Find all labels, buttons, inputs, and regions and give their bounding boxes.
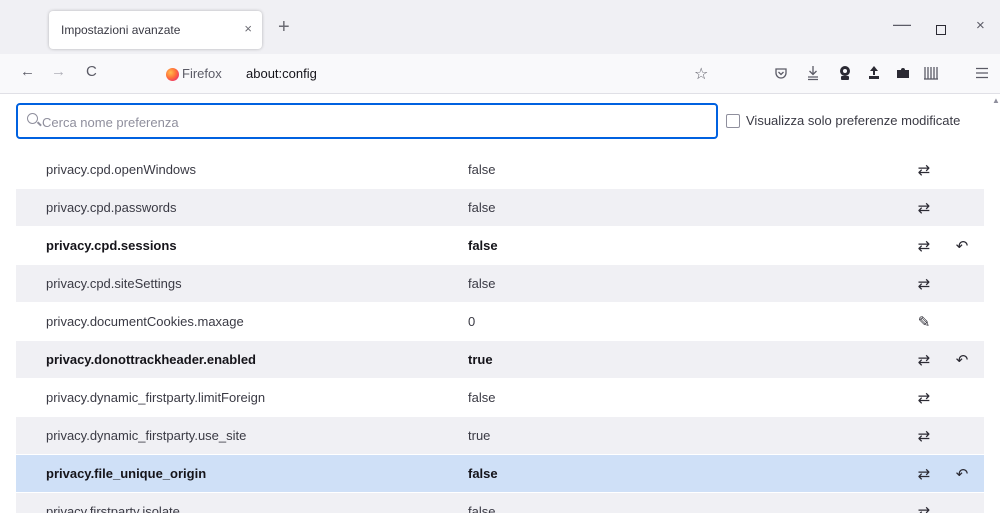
downloads-icon[interactable] [806, 65, 820, 81]
pocket-icon[interactable] [774, 66, 788, 80]
forward-icon[interactable]: → [51, 63, 66, 80]
tab-strip: Impostazioni avanzate × + — × [0, 0, 1000, 54]
pref-value: false [468, 238, 498, 253]
pref-value: 0 [468, 314, 476, 329]
table-row[interactable]: privacy.dynamic_firstparty.limitForeign f… [16, 379, 984, 417]
window-close-icon[interactable]: × [976, 17, 985, 34]
url-bar[interactable]: Firefox about:config ☆ [156, 59, 723, 89]
search-box[interactable] [16, 103, 718, 139]
pref-value: true [468, 428, 491, 443]
library-icon[interactable] [923, 66, 939, 80]
search-input[interactable] [42, 111, 702, 133]
pref-value: false [468, 276, 496, 291]
pref-name: privacy.donottrackheader.enabled [46, 352, 256, 367]
pref-name: privacy.cpd.siteSettings [46, 276, 182, 291]
identity-label: Firefox [182, 66, 222, 81]
maximize-icon[interactable] [936, 25, 946, 35]
extension-icon[interactable] [866, 65, 882, 81]
pref-name: privacy.dynamic_firstparty.limitForeign [46, 390, 266, 405]
puzzle-icon[interactable] [895, 65, 911, 81]
toggle-icon[interactable]: ⇄ [912, 424, 936, 448]
table-row[interactable]: privacy.documentCookies.maxage 0 ✎ [16, 303, 984, 341]
tab-advanced-settings[interactable]: Impostazioni avanzate × [49, 11, 262, 49]
bookmark-star-icon[interactable]: ☆ [694, 64, 708, 84]
back-icon[interactable]: ← [20, 63, 35, 80]
table-row[interactable]: privacy.file_unique_origin false ⇄ ↶ [16, 455, 984, 493]
pref-value: false [468, 390, 496, 405]
nav-bar: ← → C Firefox about:config ☆ [0, 54, 1000, 94]
pref-name: privacy.dynamic_firstparty.use_site [46, 428, 247, 443]
table-row[interactable]: privacy.dynamic_firstparty.use_site true ⇄ [16, 417, 984, 455]
pref-name: privacy.cpd.openWindows [46, 162, 197, 177]
pref-value: true [468, 352, 493, 367]
table-row[interactable]: privacy.cpd.sessions false ⇄ ↶ [16, 227, 984, 265]
menu-icon[interactable] [975, 67, 989, 79]
toggle-icon[interactable]: ⇄ [912, 500, 936, 513]
close-tab-icon[interactable]: × [244, 21, 252, 36]
table-row[interactable]: privacy.donottrackheader.enabled true ⇄ ↶ [16, 341, 984, 379]
pref-value: false [468, 200, 496, 215]
pref-name: privacy.documentCookies.maxage [46, 314, 244, 329]
pref-name: privacy.cpd.passwords [46, 200, 177, 215]
pref-value: false [468, 162, 496, 177]
tab-title: Impostazioni avanzate [61, 23, 181, 37]
reset-icon[interactable]: ↶ [950, 348, 974, 372]
search-icon [27, 113, 38, 124]
edit-icon[interactable]: ✎ [912, 310, 936, 334]
table-row[interactable]: privacy.cpd.openWindows false ⇄ [16, 151, 984, 189]
toggle-icon[interactable]: ⇄ [912, 272, 936, 296]
modified-filter-checkbox[interactable] [726, 113, 740, 128]
account-icon[interactable] [838, 65, 852, 81]
table-row[interactable]: privacy.firstparty.isolate false ⇄ [16, 493, 984, 513]
pref-name: privacy.firstparty.isolate [46, 504, 180, 513]
scroll-up-icon[interactable]: ▲ [992, 96, 1000, 105]
toggle-icon[interactable]: ⇄ [912, 158, 936, 182]
firefox-icon [166, 68, 179, 81]
table-row[interactable]: privacy.cpd.siteSettings false ⇄ [16, 265, 984, 303]
minimize-icon[interactable]: — [893, 14, 911, 35]
pref-name: privacy.file_unique_origin [46, 466, 207, 481]
pref-value: false [468, 466, 498, 481]
preferences-table: privacy.cpd.openWindows false ⇄ privacy.cpd… [16, 151, 984, 513]
pref-name: privacy.cpd.sessions [46, 238, 177, 253]
reset-icon[interactable]: ↶ [950, 462, 974, 486]
table-row[interactable]: privacy.cpd.passwords false ⇄ [16, 189, 984, 227]
modified-filter-label: Visualizza solo preferenze modificate [746, 113, 961, 128]
modified-filter[interactable]: Visualizza solo preferenze modificate [726, 113, 960, 128]
scrollbar[interactable]: ▲ [992, 96, 1000, 513]
toggle-icon[interactable]: ⇄ [912, 386, 936, 410]
toggle-icon[interactable]: ⇄ [912, 196, 936, 220]
reset-icon[interactable]: ↶ [950, 234, 974, 258]
toggle-icon[interactable]: ⇄ [912, 348, 936, 372]
pref-value: false [468, 504, 496, 513]
new-tab-button[interactable]: + [278, 16, 290, 39]
url-text[interactable]: about:config [246, 66, 317, 81]
reload-icon[interactable]: C [86, 63, 97, 80]
toggle-icon[interactable]: ⇄ [912, 234, 936, 258]
toggle-icon[interactable]: ⇄ [912, 462, 936, 486]
